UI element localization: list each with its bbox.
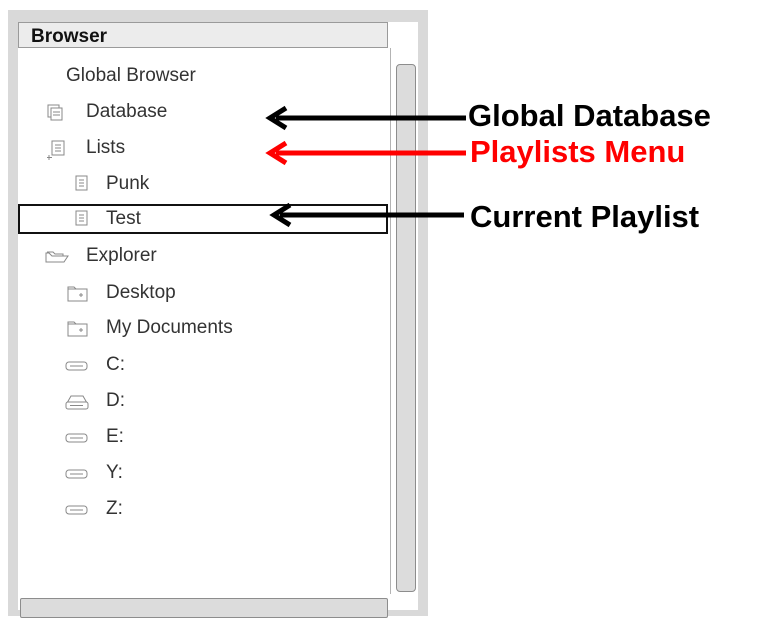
annotation-current-playlist: Current Playlist (470, 199, 700, 234)
tree-item-label: Y: (106, 462, 123, 483)
drive-icon (65, 361, 88, 371)
tree-item-label: D: (106, 390, 125, 411)
database-icon (47, 104, 63, 121)
tree-item-label: My Documents (106, 317, 233, 338)
tree-item-label: C: (106, 354, 125, 375)
tree-item-label: Z: (106, 498, 123, 519)
lists-icon (47, 140, 65, 160)
current-playlist-arrow (269, 202, 464, 228)
tree-item-label: Global Browser (66, 65, 196, 86)
tree-item-label: Database (86, 101, 168, 122)
playlist-icon (75, 210, 88, 226)
tree-item-label: Explorer (86, 245, 157, 266)
playlist-icon (75, 175, 88, 191)
playlists-menu-arrow (265, 140, 466, 166)
annotation-playlists-menu: Playlists Menu (470, 134, 686, 169)
browser-panel: Browser (8, 10, 428, 618)
tree-item-label: Lists (86, 137, 126, 158)
folder-icon (67, 286, 88, 302)
drive-icon (65, 433, 88, 443)
panel-header: Browser (18, 22, 388, 48)
drive-icon (65, 469, 88, 479)
tree-item-label: E: (106, 426, 124, 447)
drive-icon (65, 505, 88, 515)
panel-title: Browser (31, 26, 108, 47)
tree-item-label: Test (106, 208, 141, 229)
annotation-global-database: Global Database (468, 98, 711, 133)
global-database-arrow (265, 105, 466, 131)
folder-icon (67, 321, 88, 337)
cd-drive-icon (65, 395, 89, 410)
tree-item-label: Desktop (106, 282, 176, 303)
tree-item-label: Punk (106, 173, 150, 194)
horizontal-scrollbar[interactable] (20, 598, 388, 618)
folder-open-icon (45, 251, 69, 263)
